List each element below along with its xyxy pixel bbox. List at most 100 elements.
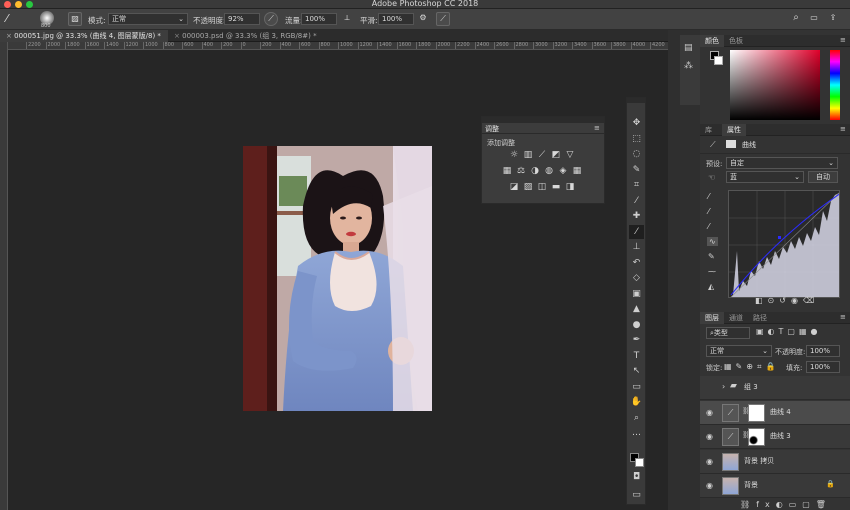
exposure-icon[interactable]: ◩ xyxy=(550,149,562,161)
tab-channels[interactable]: 通道 xyxy=(724,312,748,324)
target-adjust-icon[interactable]: ☜ xyxy=(708,173,715,182)
chevron-right-icon[interactable]: › xyxy=(722,382,725,391)
hue-sat-icon[interactable]: ▦ xyxy=(501,165,513,177)
tab-libraries[interactable]: 库 xyxy=(700,124,717,136)
gradient-tool-icon[interactable]: ▣ xyxy=(629,287,644,301)
search-icon[interactable]: ⌕ xyxy=(789,12,803,26)
visibility-eye-icon[interactable]: ◉ xyxy=(706,408,716,417)
path-select-tool-icon[interactable]: ↖ xyxy=(629,364,644,378)
tab-properties[interactable]: 属性 xyxy=(722,124,746,136)
preset-select[interactable]: 自定 ⌄ xyxy=(726,157,838,169)
visibility-eye-icon[interactable] xyxy=(706,384,716,392)
pressure-size-icon[interactable]: ⟋ xyxy=(436,12,450,26)
quick-select-tool-icon[interactable]: ✎ xyxy=(629,163,644,177)
threshold-icon[interactable]: ◫ xyxy=(536,181,548,193)
background-color-swatch[interactable] xyxy=(714,56,723,65)
crop-tool-icon[interactable]: ⌗ xyxy=(629,178,644,192)
smooth-curve-icon[interactable]: ⁓ xyxy=(708,267,716,276)
channel-mixer-icon[interactable]: ◈ xyxy=(557,165,569,177)
mask-icon[interactable] xyxy=(726,140,736,148)
workspace-icon[interactable]: ▭ xyxy=(807,12,821,26)
pencil-curve-icon[interactable]: ✎ xyxy=(708,252,715,261)
background-color-swatch[interactable] xyxy=(635,458,644,467)
bw-icon[interactable]: ◑ xyxy=(529,165,541,177)
layer-mask-thumbnail[interactable] xyxy=(748,428,765,446)
hand-tool-icon[interactable]: ✋ xyxy=(629,395,644,409)
blur-tool-icon[interactable]: ▲ xyxy=(629,302,644,316)
settings-gear-icon[interactable]: ⚙ xyxy=(416,12,430,26)
auto-button[interactable]: 自动 xyxy=(808,171,838,183)
visibility-eye-icon[interactable]: ◉ xyxy=(706,433,716,441)
brush-panel-toggle-icon[interactable]: ▨ xyxy=(68,12,82,26)
levels-icon[interactable]: ▥ xyxy=(522,149,534,161)
panel-menu-icon[interactable]: ≡ xyxy=(840,36,846,44)
smooth-field[interactable]: 100% xyxy=(378,13,414,25)
airbrush-icon[interactable]: ⟂ xyxy=(340,12,354,26)
gradient-map-icon[interactable]: ▬ xyxy=(550,181,562,193)
color-lookup-icon[interactable]: ▦ xyxy=(571,165,583,177)
eyedropper-gray-icon[interactable]: ⁄ xyxy=(708,207,709,216)
posterize-icon[interactable]: ▨ xyxy=(522,181,534,193)
channel-select[interactable]: 蓝 ⌄ xyxy=(726,171,804,183)
brush-tool-icon[interactable]: ⁄ xyxy=(629,224,644,239)
blend-mode-select[interactable]: 正常 ⌄ xyxy=(706,345,772,357)
fill-field[interactable]: 100% xyxy=(806,361,840,373)
layer-row[interactable]: ◉ ⟋ ⛓ 曲线 4 xyxy=(700,400,850,425)
pressure-opacity-icon[interactable]: ⟋ xyxy=(264,12,278,26)
tab-swatches[interactable]: 色板 xyxy=(724,35,748,47)
layer-filter-select[interactable]: ⌕类型 xyxy=(706,327,750,339)
opacity-field[interactable]: 92% xyxy=(224,13,260,25)
histogram-warning-icon[interactable]: ◭ xyxy=(708,282,714,291)
zoom-tool-icon[interactable]: ⌕ xyxy=(629,411,644,425)
toolbar-drag-bar[interactable] xyxy=(627,98,645,103)
document-image[interactable] xyxy=(243,146,432,411)
mode-select[interactable]: 正常 ⌄ xyxy=(108,13,188,25)
tab-paths[interactable]: 路径 xyxy=(748,312,772,324)
tab-color[interactable]: 颜色 xyxy=(700,35,724,47)
eyedropper-tool-icon[interactable]: ⁄ xyxy=(629,194,644,208)
brush-settings-panel-icon[interactable]: ⁂ xyxy=(684,61,693,71)
vibrance-icon[interactable]: ▽ xyxy=(564,149,576,161)
layers-footer-icons[interactable]: ⛓fx◐▭▢🗑 xyxy=(740,500,850,510)
flow-field[interactable]: 100% xyxy=(301,13,337,25)
layer-filter-icons[interactable]: ▣◐T▢▦● xyxy=(756,327,822,336)
layer-row[interactable]: › ▰ 组 3 xyxy=(700,376,850,400)
lock-icons[interactable]: ▦✎⊕⌗🔒 xyxy=(724,362,779,372)
tab-document-2[interactable]: × 000003.psd @ 33.3% (组 3, RGB/8#) * xyxy=(168,30,338,42)
eyedropper-black-icon[interactable]: ⁄ xyxy=(708,192,709,201)
hue-slider[interactable] xyxy=(830,50,840,120)
curve-edit-icon[interactable]: ∿ xyxy=(707,237,718,246)
invert-icon[interactable]: ◪ xyxy=(508,181,520,193)
selective-color-icon[interactable]: ◨ xyxy=(564,181,576,193)
marquee-tool-icon[interactable]: ⬚ xyxy=(629,132,644,146)
pen-tool-icon[interactable]: ✒ xyxy=(629,333,644,347)
photo-filter-icon[interactable]: ◍ xyxy=(543,165,555,177)
layer-thumbnail[interactable] xyxy=(722,452,739,471)
quick-mask-icon[interactable]: ◘ xyxy=(629,470,644,484)
eyedropper-white-icon[interactable]: ⁄ xyxy=(708,222,709,231)
layer-row[interactable]: ◉ ⟋ ⛓ 曲线 3 xyxy=(700,425,850,449)
brush-preset-icon[interactable]: ⁄ xyxy=(6,12,22,26)
lasso-tool-icon[interactable]: ◌ xyxy=(629,147,644,161)
brightness-icon[interactable]: ☼ xyxy=(508,149,520,161)
tab-layers[interactable]: 图层 xyxy=(700,312,724,324)
history-panel-icon[interactable]: ▤ xyxy=(684,43,693,53)
tab-document-1[interactable]: × 000051.jpg @ 33.3% (曲线 4, 图层蒙版/8) * xyxy=(0,30,168,42)
close-tab-icon[interactable]: × xyxy=(6,32,12,40)
color-balance-icon[interactable]: ⚖ xyxy=(515,165,527,177)
healing-tool-icon[interactable]: ✚ xyxy=(629,209,644,223)
stamp-tool-icon[interactable]: ⊥ xyxy=(629,240,644,254)
curves-icon[interactable]: ⟋ xyxy=(536,149,548,161)
layer-opacity-field[interactable]: 100% xyxy=(806,345,840,357)
panel-menu-icon[interactable]: ≡ xyxy=(594,124,600,132)
color-picker-field[interactable] xyxy=(730,50,820,120)
close-tab-icon[interactable]: × xyxy=(174,32,180,40)
panel-menu-icon[interactable]: ≡ xyxy=(840,125,846,133)
layer-row[interactable]: ◉ 🔒 背景 xyxy=(700,474,850,498)
type-tool-icon[interactable]: T xyxy=(629,349,644,363)
visibility-eye-icon[interactable]: ◉ xyxy=(706,457,716,466)
visibility-eye-icon[interactable]: ◉ xyxy=(706,482,716,490)
layer-row[interactable]: ◉ 背景 拷贝 xyxy=(700,449,850,474)
share-icon[interactable]: ⇪ xyxy=(826,12,840,26)
dodge-tool-icon[interactable]: ● xyxy=(629,318,644,332)
